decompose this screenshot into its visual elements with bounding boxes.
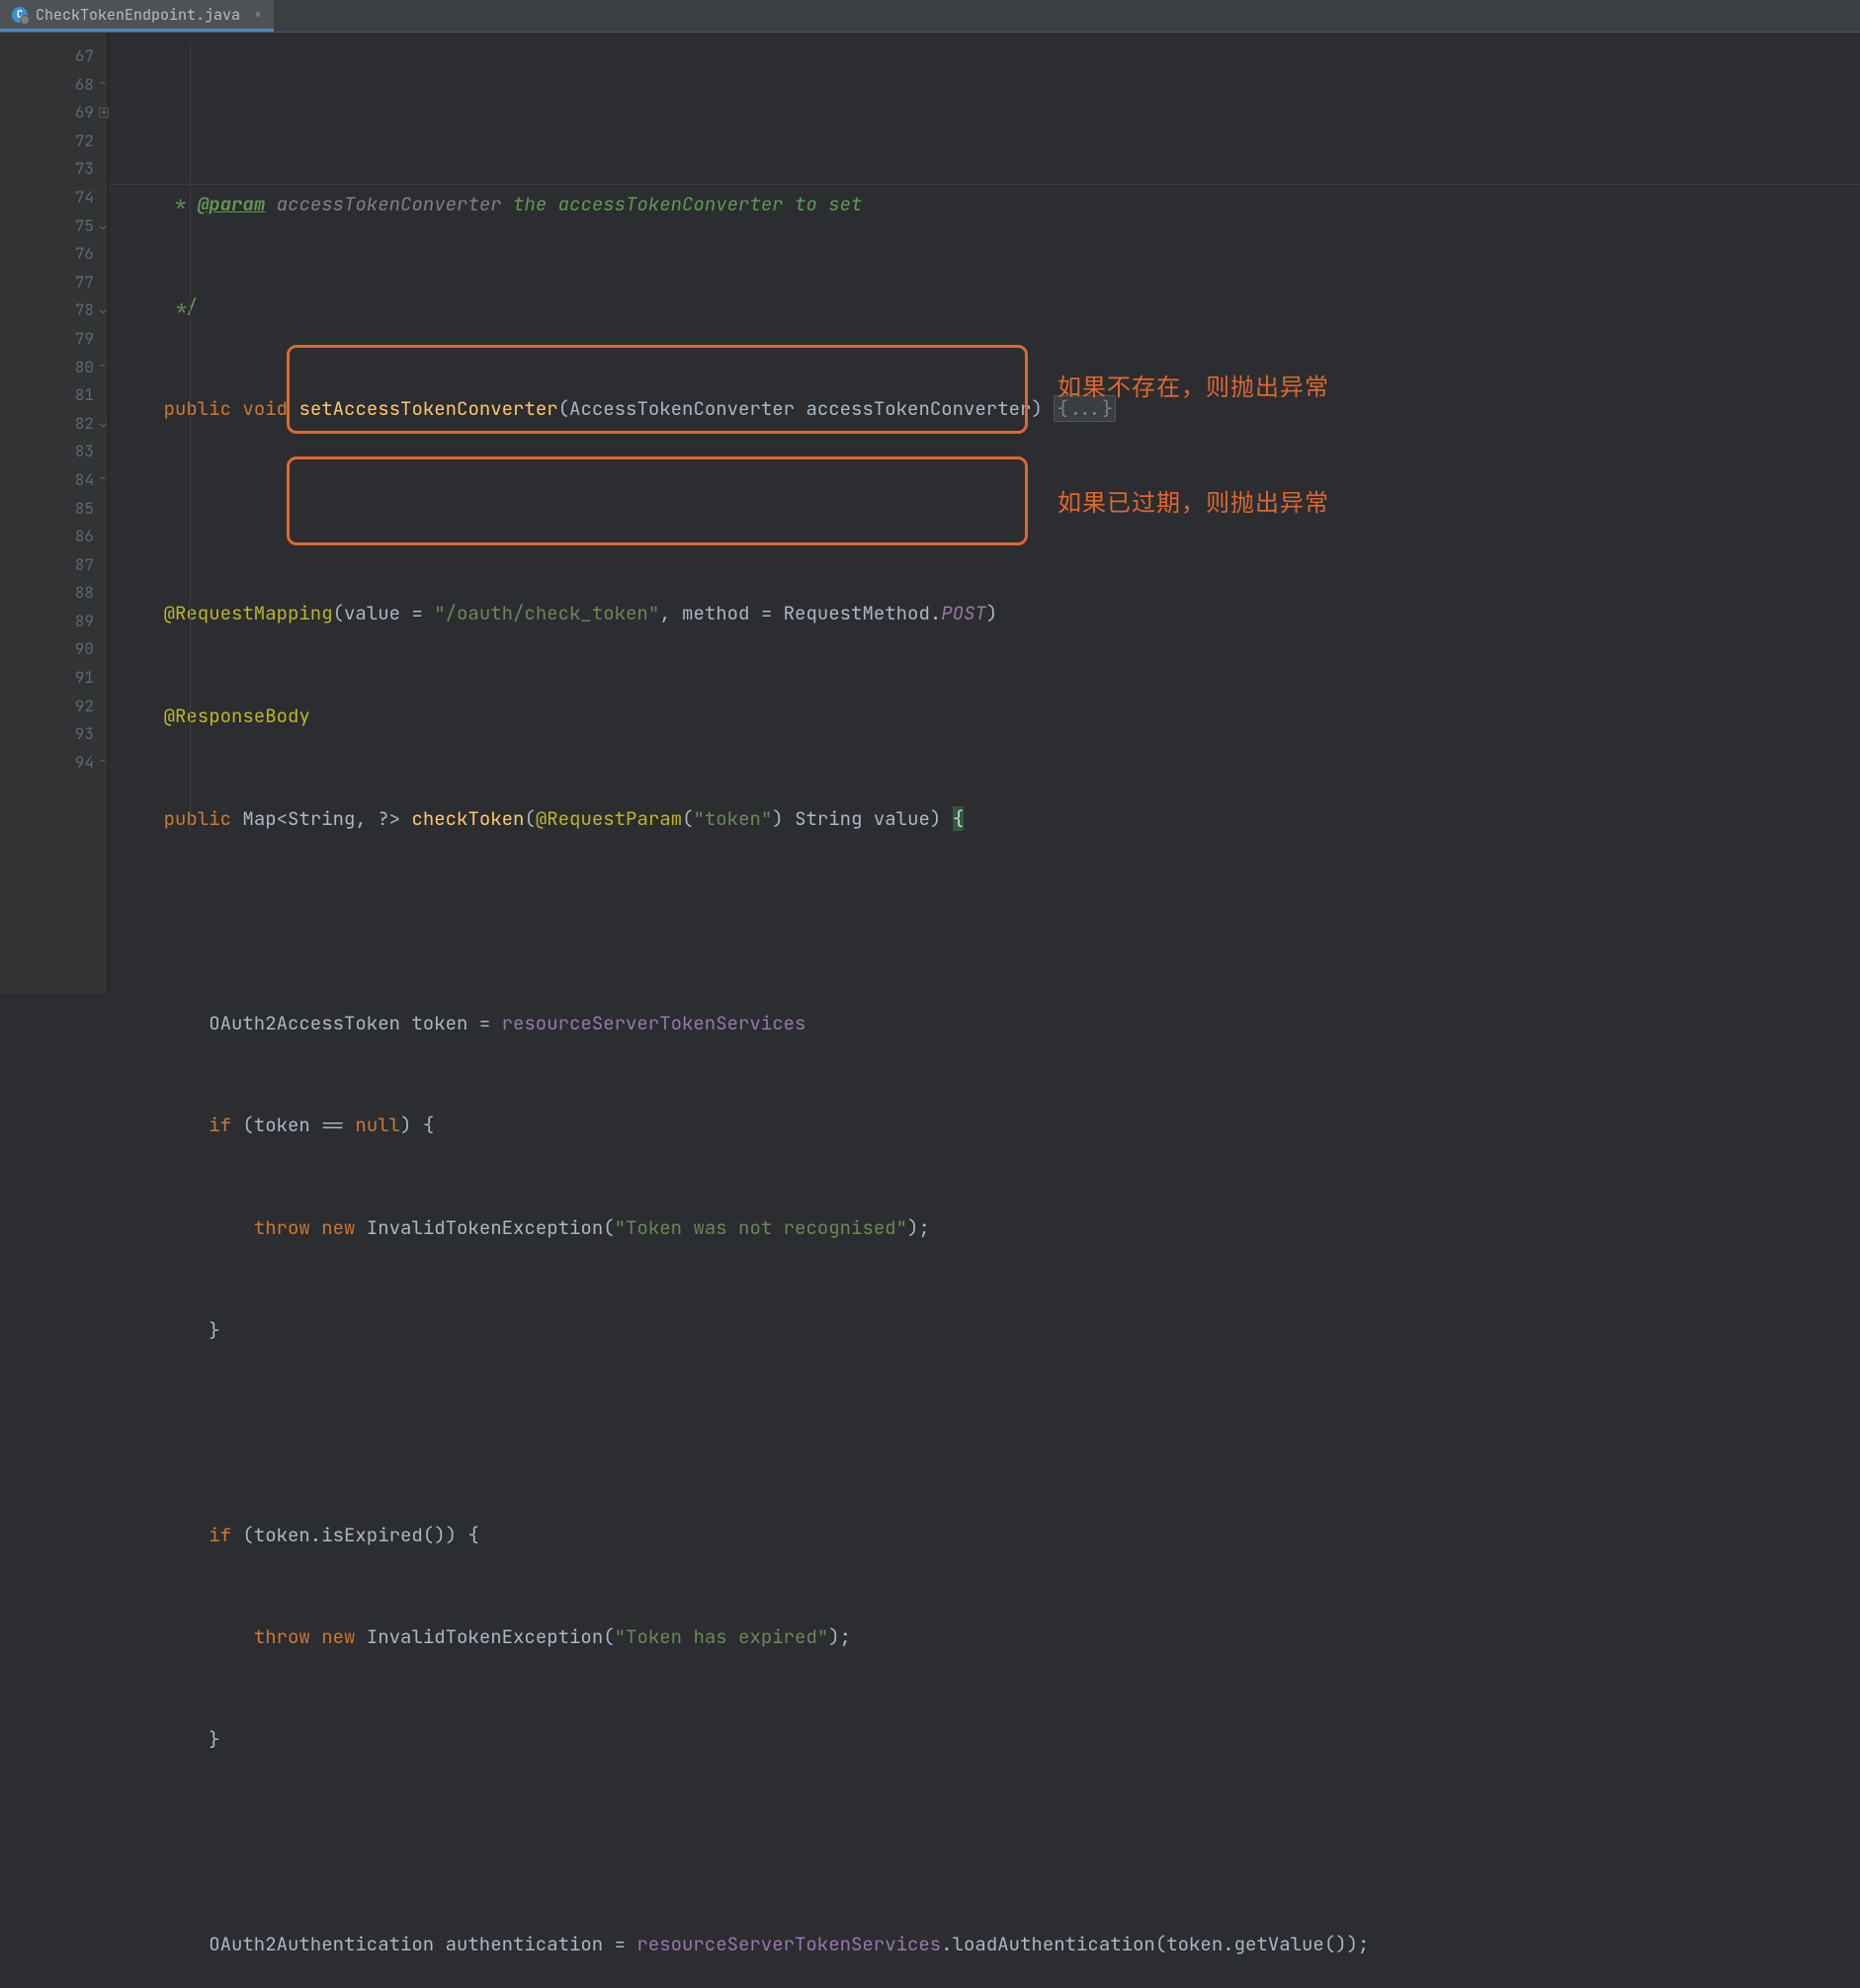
fold-handle-icon[interactable]: ⌄ <box>97 410 109 439</box>
fold-handle-icon[interactable]: ⌃ <box>97 749 109 778</box>
line-number-gutter: 67 68⌃ 69+ 72 73 74 75⌄ 76 77 78⌄ 79 80⌃… <box>0 33 109 994</box>
line-number: 91 <box>0 664 108 693</box>
code-line: if (token == null) { <box>119 1112 1860 1140</box>
line-number: 73 <box>0 155 108 184</box>
java-class-icon: C <box>12 7 28 23</box>
fold-handle-icon[interactable]: ⌄ <box>97 296 109 325</box>
code-area[interactable]: * @param accessTokenConverter the access… <box>109 33 1860 994</box>
code-line: @RequestMapping(value = "/oauth/check_to… <box>119 600 1860 628</box>
line-number: 84⌃ <box>0 466 108 495</box>
line-number: 86 <box>0 523 108 551</box>
code-line: @ResponseBody <box>119 703 1860 731</box>
line-number: 77 <box>0 269 108 297</box>
code-line: } <box>119 1317 1860 1346</box>
fold-expand-icon[interactable]: + <box>99 108 109 118</box>
line-number: 68⌃ <box>0 71 108 100</box>
line-number: 81 <box>0 381 108 410</box>
line-number: 94⌃ <box>0 749 108 778</box>
fold-handle-icon[interactable]: ⌃ <box>97 354 109 382</box>
editor-tab-bar: C CheckTokenEndpoint.java × <box>0 0 1860 33</box>
code-line <box>119 498 1860 527</box>
annotation-text-2: 如果已过期，则抛出异常 <box>1057 483 1329 518</box>
line-number: 85 <box>0 495 108 524</box>
code-line: public void setAccessTokenConverter(Acce… <box>119 395 1860 424</box>
code-editor[interactable]: 67 68⌃ 69+ 72 73 74 75⌄ 76 77 78⌄ 79 80⌃… <box>0 33 1860 994</box>
line-numbers: 67 68⌃ 69+ 72 73 74 75⌄ 76 77 78⌄ 79 80⌃… <box>0 42 108 777</box>
code-line <box>119 1419 1860 1448</box>
code-line: throw new InvalidTokenException("Token h… <box>119 1623 1860 1652</box>
line-number: 79 <box>0 325 108 354</box>
fold-handle-icon[interactable]: ⌄ <box>97 212 109 241</box>
tab-check-token-endpoint[interactable]: C CheckTokenEndpoint.java × <box>0 0 274 32</box>
line-number: 78⌄ <box>0 296 108 325</box>
code-line: public Map<String, ?> checkToken(@Reques… <box>119 805 1860 834</box>
code-line <box>119 1829 1860 1858</box>
line-number: 74 <box>0 184 108 212</box>
annotation-text-1: 如果不存在，则抛出异常 <box>1057 368 1329 402</box>
line-number: 89 <box>0 608 108 636</box>
code-line: throw new InvalidTokenException("Token w… <box>119 1214 1860 1243</box>
line-number: 67 <box>0 42 108 71</box>
close-icon[interactable]: × <box>254 6 262 23</box>
line-number: 90 <box>0 635 108 664</box>
indent-guide <box>190 43 191 835</box>
code-line: } <box>119 1726 1860 1755</box>
code-line: OAuth2AccessToken token = resourceServer… <box>119 1010 1860 1038</box>
line-number: 75⌄ <box>0 212 108 241</box>
fold-handle-icon[interactable]: ⌃ <box>97 466 109 495</box>
code-line: * @param accessTokenConverter the access… <box>119 191 1860 219</box>
line-number: 82⌄ <box>0 410 108 439</box>
line-number: 88 <box>0 579 108 608</box>
fold-handle-icon[interactable]: ⌃ <box>97 71 109 100</box>
code-line: if (token.isExpired()) { <box>119 1522 1860 1550</box>
line-number: 72 <box>0 127 108 156</box>
code-line: OAuth2Authentication authentication = re… <box>119 1931 1860 1959</box>
line-number: 93 <box>0 720 108 749</box>
method-separator <box>109 184 1860 185</box>
line-number: 87 <box>0 551 108 580</box>
line-number: 80⌃ <box>0 354 108 382</box>
line-number: 76 <box>0 240 108 269</box>
code-line <box>119 907 1860 936</box>
code-line: */ <box>119 293 1860 322</box>
line-number: 83 <box>0 438 108 466</box>
line-number: 69+ <box>0 99 108 127</box>
line-number: 92 <box>0 693 108 721</box>
tab-label: CheckTokenEndpoint.java <box>36 5 240 25</box>
